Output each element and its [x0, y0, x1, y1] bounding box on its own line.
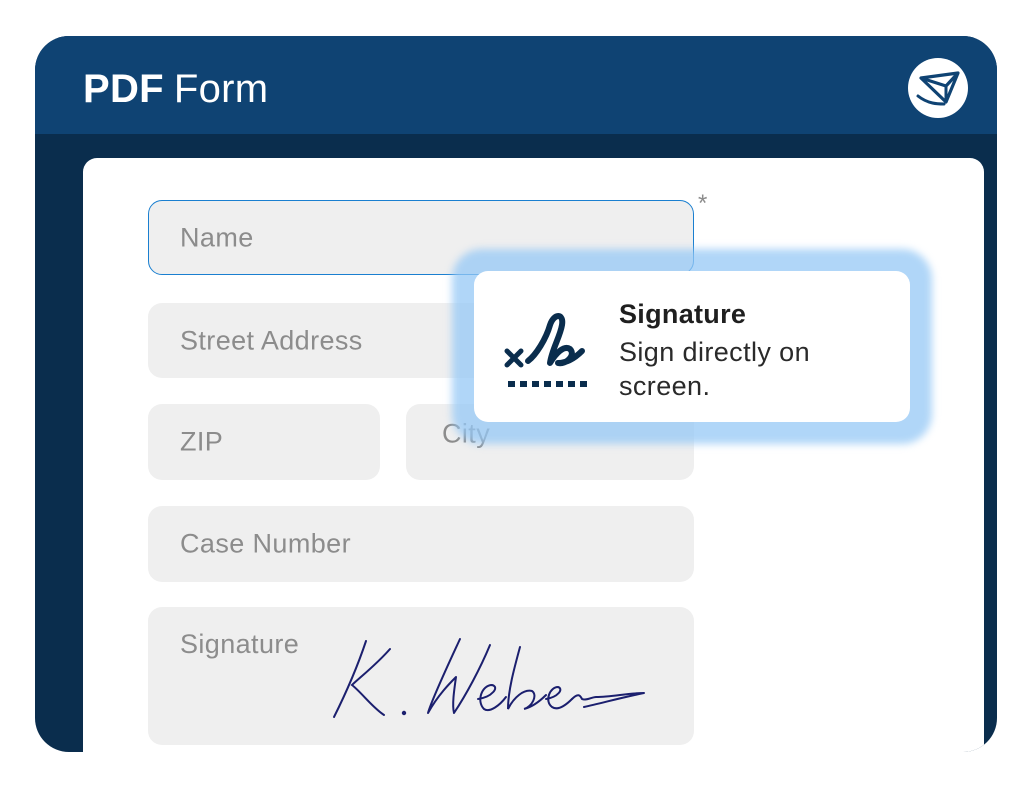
required-marker: *	[698, 190, 708, 217]
handwritten-signature	[333, 638, 645, 718]
window-title-light: Form	[173, 67, 269, 111]
street-address-placeholder: Street Address	[180, 325, 363, 355]
case-number-input[interactable]: Case Number	[148, 506, 694, 582]
tooltip-title: Signature	[619, 299, 747, 329]
tooltip-description: Sign directly on screen.	[619, 337, 810, 401]
case-number-placeholder: Case Number	[180, 528, 351, 559]
name-placeholder: Name	[180, 222, 254, 252]
zip-placeholder: ZIP	[180, 426, 224, 457]
signature-placeholder: Signature	[180, 629, 300, 659]
paper-plane-logo-icon	[908, 58, 968, 118]
title-bar: PDF Form	[35, 36, 997, 134]
signature-icon	[504, 313, 587, 387]
zip-input[interactable]: ZIP	[148, 404, 380, 480]
signature-tooltip: Signature Sign directly on screen.	[474, 271, 910, 422]
window-title: PDF Form	[83, 66, 268, 112]
signature-field[interactable]: Signature	[148, 607, 694, 745]
window-title-bold: PDF	[83, 67, 164, 111]
